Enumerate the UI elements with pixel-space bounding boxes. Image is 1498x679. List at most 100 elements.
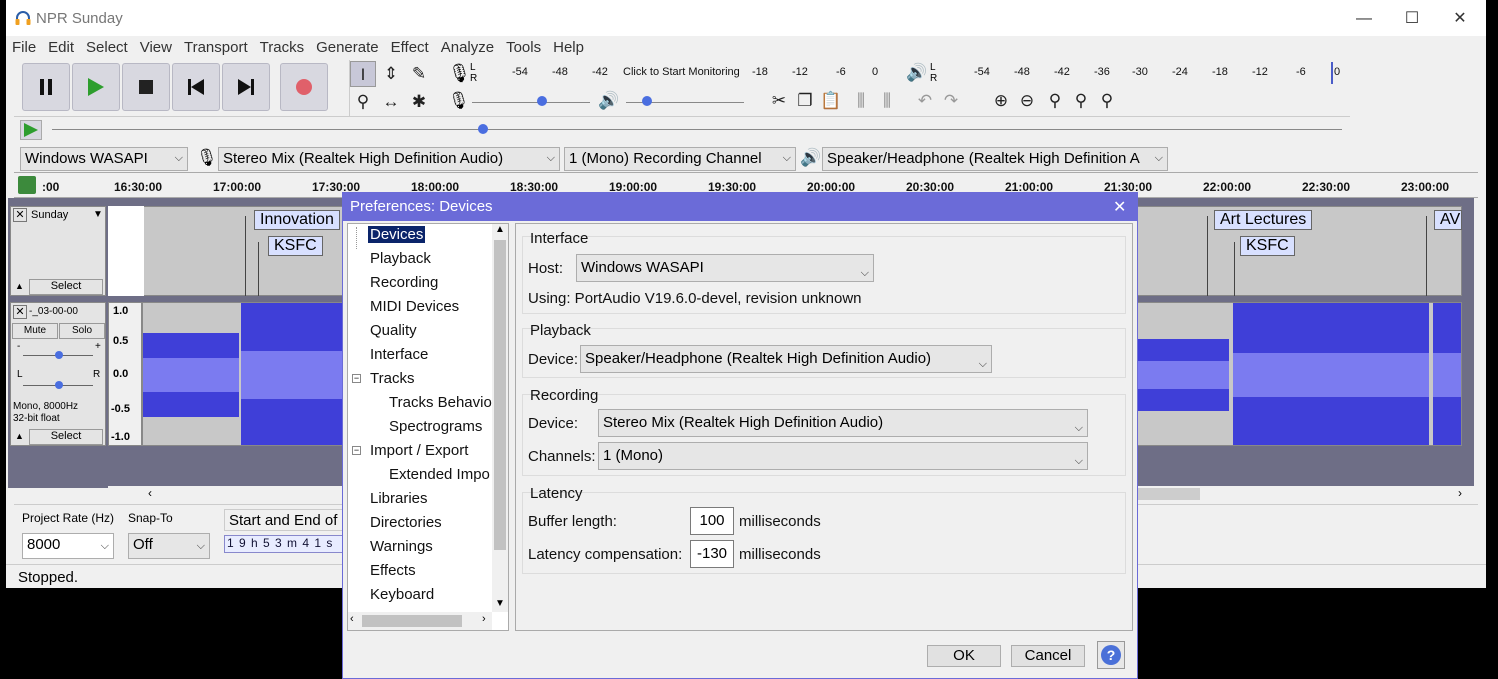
- menu-tools[interactable]: Tools: [500, 36, 547, 59]
- tree-item-libraries[interactable]: Libraries: [370, 490, 428, 507]
- buffer-length-input[interactable]: 100: [690, 507, 734, 535]
- latency-compensation-input[interactable]: -130: [690, 540, 734, 568]
- speed-thumb[interactable]: [478, 124, 488, 134]
- track-label[interactable]: KSFC: [268, 236, 323, 256]
- pan-thumb[interactable]: [55, 381, 63, 389]
- collapse-tracks-icon[interactable]: −: [352, 374, 361, 383]
- play-button[interactable]: [72, 63, 120, 111]
- record-button[interactable]: [280, 63, 328, 111]
- menu-generate[interactable]: Generate: [310, 36, 385, 59]
- project-rate-select[interactable]: 8000 ⌵: [22, 533, 114, 559]
- pin-icon[interactable]: [18, 176, 36, 194]
- scroll-down-icon[interactable]: ▼: [495, 598, 505, 609]
- recording-device-select[interactable]: Stereo Mix (Realtek High Definition Audi…: [218, 147, 560, 171]
- menu-transport[interactable]: Transport: [178, 36, 254, 59]
- tree-horizontal-scrollbar[interactable]: ‹ ›: [348, 612, 492, 630]
- draw-tool-icon[interactable]: ✎: [406, 61, 432, 87]
- zoom-toggle-icon[interactable]: ⚲: [1094, 88, 1120, 114]
- snap-select[interactable]: Off ⌵: [128, 533, 210, 559]
- fit-project-icon[interactable]: ⚲: [1068, 88, 1094, 114]
- recording-device-select[interactable]: Stereo Mix (Realtek High Definition Audi…: [598, 409, 1088, 437]
- menu-edit[interactable]: Edit: [42, 36, 80, 59]
- scroll-right-icon[interactable]: ›: [1458, 486, 1462, 500]
- selection-tool-icon[interactable]: I: [350, 61, 376, 87]
- play-at-speed-button[interactable]: [20, 120, 42, 140]
- mute-button[interactable]: Mute: [12, 323, 58, 339]
- close-button[interactable]: ✕: [1436, 0, 1484, 36]
- selection-start-time[interactable]: 1 9 h 5 3 m 4 1 s: [224, 535, 344, 553]
- tree-item-interface[interactable]: Interface: [370, 346, 428, 363]
- silence-icon[interactable]: ⫼: [874, 88, 900, 114]
- playback-device-select[interactable]: Speaker/Headphone (Realtek High Definiti…: [822, 147, 1168, 171]
- scroll-left-icon[interactable]: ‹: [350, 613, 354, 625]
- chevron-down-icon[interactable]: ▼: [93, 209, 103, 220]
- minimize-button[interactable]: —: [1340, 0, 1388, 36]
- select-button[interactable]: Select: [29, 429, 103, 445]
- menu-effect[interactable]: Effect: [385, 36, 435, 59]
- menu-view[interactable]: View: [134, 36, 178, 59]
- tree-item-devices[interactable]: Devices: [368, 226, 426, 243]
- gain-thumb[interactable]: [55, 351, 63, 359]
- collapse-icon[interactable]: ▲: [15, 281, 24, 291]
- tree-item-directories[interactable]: Directories: [370, 514, 442, 531]
- scroll-right-icon[interactable]: ›: [482, 613, 486, 625]
- collapse-import-icon[interactable]: −: [352, 446, 361, 455]
- track-name[interactable]: Sunday: [31, 209, 68, 221]
- ok-button[interactable]: OK: [927, 645, 1001, 667]
- track-label[interactable]: KSFC: [1240, 236, 1295, 256]
- redo-icon[interactable]: ↷: [938, 88, 964, 114]
- tree-item-tracks[interactable]: Tracks: [370, 370, 414, 387]
- track-name[interactable]: -_03-00-00: [29, 306, 78, 317]
- zoom-in-icon[interactable]: ⊕: [988, 88, 1014, 114]
- tree-item-warnings[interactable]: Warnings: [370, 538, 433, 555]
- menu-tracks[interactable]: Tracks: [254, 36, 310, 59]
- tree-item-tracks-behaviors[interactable]: Tracks Behavio: [389, 394, 492, 411]
- track-label[interactable]: AV: [1434, 210, 1462, 230]
- tree-item-keyboard[interactable]: Keyboard: [370, 586, 434, 603]
- speed-slider[interactable]: [52, 129, 1342, 130]
- tree-item-import-export[interactable]: Import / Export: [370, 442, 468, 459]
- record-volume-thumb[interactable]: [537, 96, 547, 106]
- tree-item-quality[interactable]: Quality: [370, 322, 417, 339]
- vertical-scrollbar[interactable]: [1474, 198, 1486, 488]
- fit-selection-icon[interactable]: ⚲: [1042, 88, 1068, 114]
- tree-item-spectrograms[interactable]: Spectrograms: [389, 418, 482, 435]
- tree-item-extended-import[interactable]: Extended Impo: [389, 466, 490, 483]
- scroll-thumb[interactable]: [362, 615, 462, 627]
- tree-item-midi-devices[interactable]: MIDI Devices: [370, 298, 459, 315]
- scroll-up-icon[interactable]: ▲: [495, 224, 505, 235]
- envelope-tool-icon[interactable]: ⇕: [378, 61, 404, 87]
- tree-item-recording[interactable]: Recording: [370, 274, 438, 291]
- close-track-icon[interactable]: ✕: [13, 208, 27, 222]
- tree-vertical-scrollbar[interactable]: ▲ ▼: [492, 224, 508, 612]
- tree-item-effects[interactable]: Effects: [370, 562, 416, 579]
- scroll-left-icon[interactable]: ‹: [148, 486, 152, 500]
- host-select[interactable]: Windows WASAPI ⌵: [576, 254, 874, 282]
- record-volume-slider[interactable]: [472, 102, 590, 103]
- scroll-thumb[interactable]: [1138, 488, 1200, 500]
- menu-analyze[interactable]: Analyze: [435, 36, 500, 59]
- skip-start-button[interactable]: [172, 63, 220, 111]
- stop-button[interactable]: [122, 63, 170, 111]
- cut-icon[interactable]: ✂: [766, 88, 792, 114]
- recording-meter[interactable]: 🎙 L R -54 -48 -42 Click to Start Monitor…: [442, 60, 890, 88]
- close-track-icon[interactable]: ✕: [13, 305, 27, 319]
- menu-file[interactable]: File: [6, 36, 42, 59]
- select-button[interactable]: Select: [29, 279, 103, 295]
- multi-tool-icon[interactable]: ✱: [406, 89, 432, 115]
- channels-select[interactable]: 1 (Mono) ⌵: [598, 442, 1088, 470]
- tree-item-playback[interactable]: Playback: [370, 250, 431, 267]
- dialog-close-button[interactable]: ✕: [1113, 197, 1126, 217]
- play-volume-thumb[interactable]: [642, 96, 652, 106]
- host-select[interactable]: Windows WASAPI ⌵: [20, 147, 188, 171]
- timeshift-tool-icon[interactable]: ↔: [378, 89, 404, 115]
- trim-icon[interactable]: ⫼: [848, 88, 874, 114]
- help-button[interactable]: ?: [1097, 641, 1125, 669]
- collapse-icon[interactable]: ▲: [15, 431, 24, 441]
- menu-select[interactable]: Select: [80, 36, 134, 59]
- undo-icon[interactable]: ↶: [912, 88, 938, 114]
- track-label[interactable]: Innovation: [254, 210, 340, 230]
- zoom-out-icon[interactable]: ⊖: [1014, 88, 1040, 114]
- channels-select[interactable]: 1 (Mono) Recording Channel ⌵: [564, 147, 796, 171]
- playback-device-select[interactable]: Speaker/Headphone (Realtek High Definiti…: [580, 345, 992, 373]
